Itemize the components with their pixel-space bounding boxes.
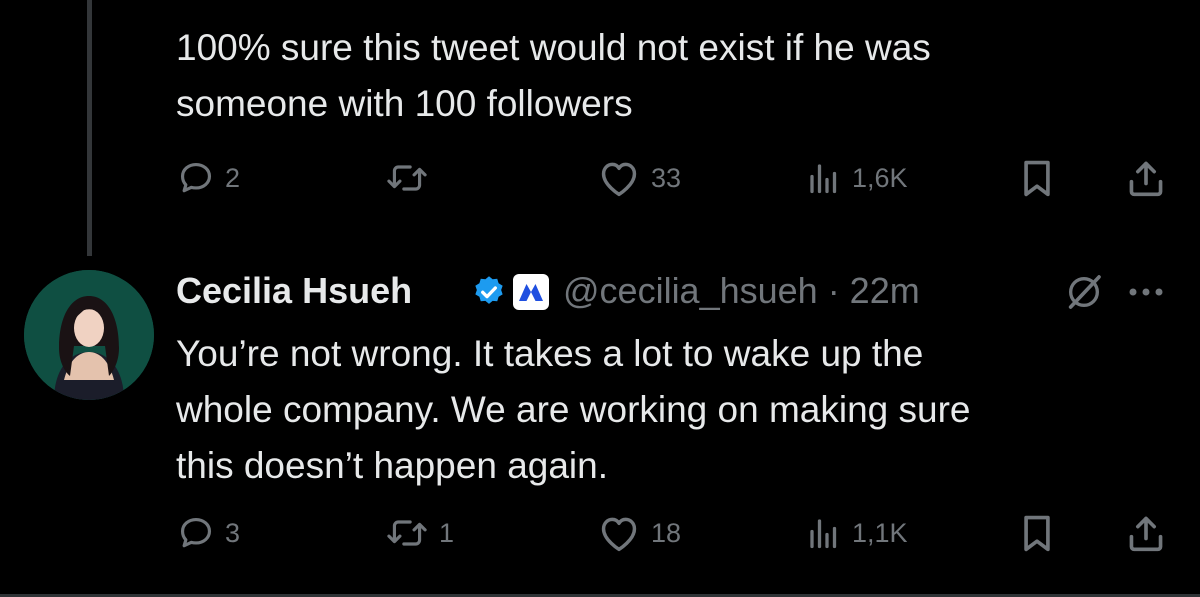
repost-count: 1 [439,517,455,548]
reply-icon [177,514,215,552]
share-icon [1124,158,1168,198]
views-button[interactable]: 1,6K [806,158,908,198]
bookmark-icon [1018,513,1056,553]
repost-icon [385,514,429,552]
reply-count: 3 [225,517,241,548]
tweet-header: Cecilia Hsueh @cecilia_hsueh · 22m [176,266,1176,318]
like-button[interactable]: 18 [597,513,681,553]
tweet-actions: 2 33 1,6K [0,158,1200,198]
views-icon [806,515,842,551]
grok-icon[interactable] [1064,272,1104,317]
repost-button[interactable]: 1 [385,513,454,553]
author-display-name[interactable]: Cecilia Hsueh [176,270,412,312]
share-button[interactable] [1124,158,1168,198]
reply-button[interactable]: 3 [177,513,240,553]
repost-button[interactable] [385,158,439,198]
bookmark-button[interactable] [1018,158,1056,198]
author-handle-timestamp[interactable]: @cecilia_hsueh · 22m [563,270,920,312]
share-button[interactable] [1124,513,1168,553]
avatar[interactable] [24,270,154,400]
like-icon [597,513,641,553]
reply-count: 2 [225,162,241,193]
tweet-actions: 3 1 18 1,1K [0,513,1200,553]
like-count: 33 [651,162,682,193]
views-button[interactable]: 1,1K [806,513,908,553]
views-icon [806,160,842,196]
thread-connector-line [87,0,92,256]
more-icon[interactable] [1128,284,1164,302]
share-icon [1124,513,1168,553]
views-count: 1,6K [852,162,908,193]
bookmark-button[interactable] [1018,513,1056,553]
repost-icon [385,159,429,197]
affiliate-badge-icon[interactable] [513,274,549,310]
verified-badge-icon[interactable] [471,274,507,315]
like-button[interactable]: 33 [597,158,681,198]
reply-button[interactable]: 2 [177,158,240,198]
bookmark-icon [1018,158,1056,198]
tweet-text: You’re not wrong. It takes a lot to wake… [176,333,971,486]
views-count: 1,1K [852,517,908,548]
tweet-text: 100% sure this tweet would not exist if … [176,27,931,124]
reply-icon [177,159,215,197]
like-icon [597,158,641,198]
like-count: 18 [651,517,682,548]
